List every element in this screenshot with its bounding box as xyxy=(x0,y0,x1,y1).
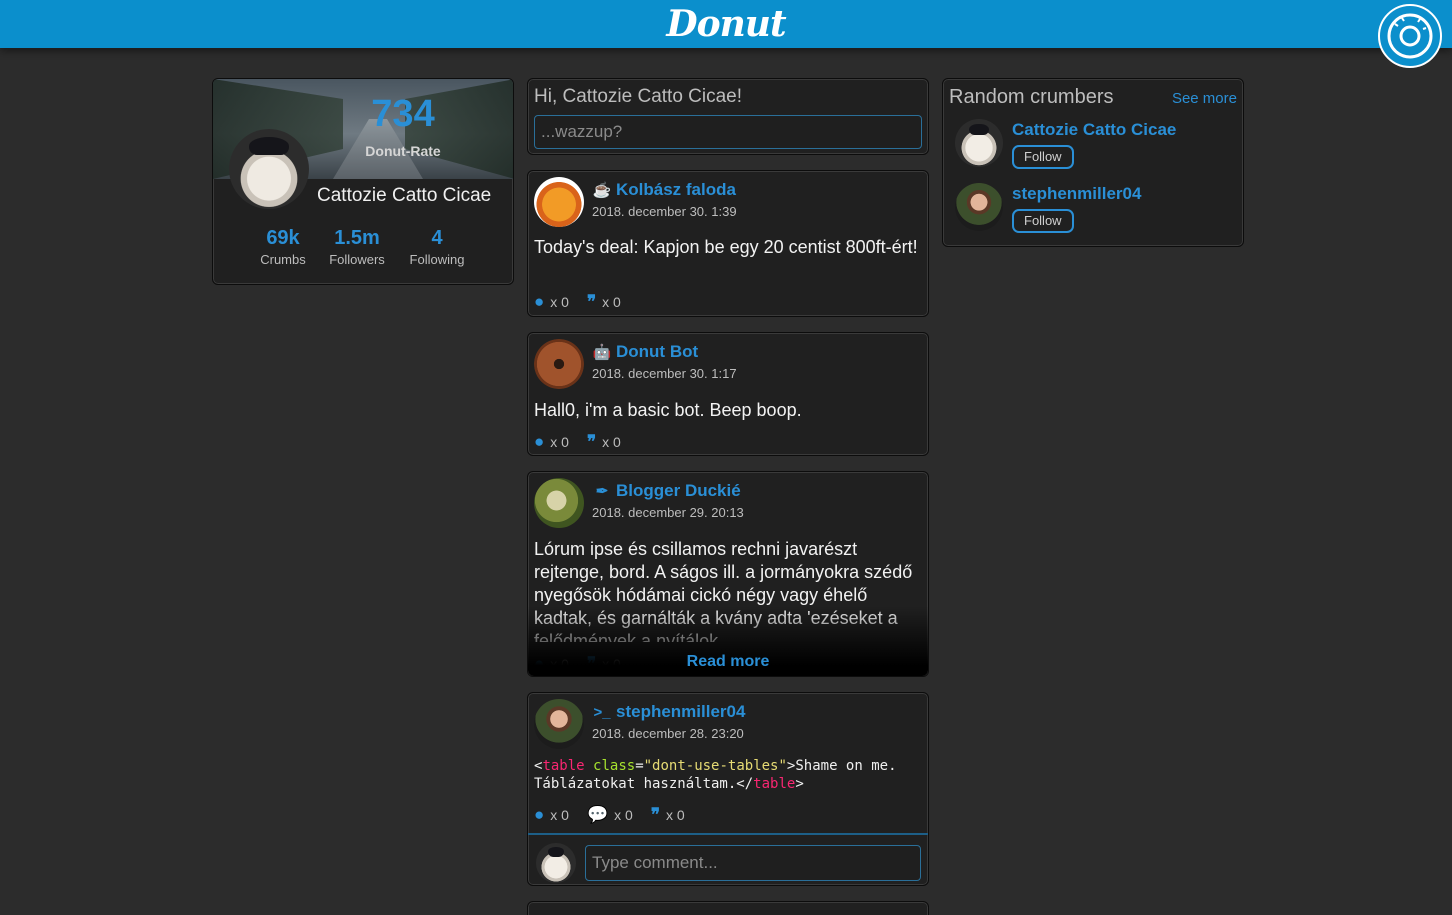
avatar[interactable] xyxy=(955,119,1003,167)
follow-button[interactable]: Follow xyxy=(1012,145,1074,169)
avatar[interactable] xyxy=(229,129,309,209)
stat-crumbs[interactable]: 69k Crumbs xyxy=(255,227,311,267)
like-count: x 0 xyxy=(550,434,569,450)
post-actions: ● x 0 ❞ x 0 xyxy=(534,292,621,312)
post-code: <table class="dont-use-tables">Shame on … xyxy=(534,758,897,792)
quote-icon: ❞ xyxy=(650,805,660,824)
avatar[interactable] xyxy=(534,478,584,528)
post-card: ☕ Kolbász faloda 2018. december 30. 1:39 … xyxy=(527,170,929,317)
read-more-link[interactable]: Read more xyxy=(528,653,928,671)
quote-count: x 0 xyxy=(665,807,685,823)
post-author[interactable]: 🤖 Donut Bot xyxy=(592,342,698,362)
post-card xyxy=(527,901,929,915)
stat-label: Crumbs xyxy=(260,252,306,267)
quote-icon: ❞ xyxy=(586,432,597,451)
avatar[interactable] xyxy=(534,339,584,389)
post-author[interactable]: >_ stephenmiller04 xyxy=(592,702,745,722)
quote-count: x 0 xyxy=(602,434,621,450)
comment-button[interactable]: 💬 x 0 xyxy=(587,805,633,825)
post-date: 2018. december 30. 1:39 xyxy=(592,204,737,219)
profile-card: 734 Donut-Rate Cattozie Catto Cicae 69k … xyxy=(212,78,514,285)
robot-icon: 🤖 xyxy=(592,344,612,361)
quote-button[interactable]: ❞ x 0 xyxy=(587,292,621,312)
post-text: Hall0, i'm a basic bot. Beep boop. xyxy=(534,400,802,420)
greeting: Hi, Cattozie Catto Cicae! xyxy=(534,86,743,107)
donut-rate-value: 734 xyxy=(371,93,435,135)
pen-icon: ✒ xyxy=(595,483,609,500)
cookie-icon: ● xyxy=(534,805,545,824)
comment-count: x 0 xyxy=(614,807,633,823)
like-count: x 0 xyxy=(550,294,569,310)
post-author[interactable]: ✒ Blogger Duckié xyxy=(592,481,741,501)
random-crumbers-card: Random crumbers See more Cattozie Catto … xyxy=(942,78,1244,247)
stat-label: Followers xyxy=(329,252,385,267)
stat-followers[interactable]: 1.5m Followers xyxy=(321,227,393,267)
profile-name[interactable]: Cattozie Catto Cicae xyxy=(317,185,491,207)
sidebar-title: Random crumbers xyxy=(949,86,1114,108)
like-button[interactable]: ● x 0 xyxy=(534,292,569,312)
post-card: ✒ Blogger Duckié 2018. december 29. 20:13… xyxy=(527,471,929,677)
post-text: Today's deal: Kapjon be egy 20 centist 8… xyxy=(534,237,918,257)
post-actions: ● x 0 💬 x 0 ❞ x 0 xyxy=(534,805,685,825)
avatar[interactable] xyxy=(534,177,584,227)
like-count: x 0 xyxy=(550,807,569,823)
top-bar: Donut xyxy=(0,0,1452,68)
avatar[interactable] xyxy=(534,699,584,749)
post-date: 2018. december 28. 23:20 xyxy=(592,726,744,741)
post-actions: ● x 0 ❞ x 0 xyxy=(534,432,621,452)
terminal-icon: >_ xyxy=(593,704,611,721)
donut-rate-label: Donut-Rate xyxy=(365,143,441,159)
see-more-link[interactable]: See more xyxy=(1172,90,1237,107)
stat-value: 69k xyxy=(266,227,300,249)
compose-input[interactable] xyxy=(534,115,922,149)
quote-button[interactable]: ❞ x 0 xyxy=(651,805,685,825)
like-button[interactable]: ● x 0 xyxy=(534,432,569,452)
stat-label: Following xyxy=(409,252,465,267)
post-date: 2018. december 29. 20:13 xyxy=(592,505,744,520)
quote-button[interactable]: ❞ x 0 xyxy=(587,432,621,452)
cookie-icon: ● xyxy=(534,432,545,451)
like-button[interactable]: ● x 0 xyxy=(534,805,569,825)
coffee-cup-icon: ☕ xyxy=(592,182,612,199)
donut-menu-button[interactable] xyxy=(1378,4,1442,68)
cookie-icon: ● xyxy=(534,292,545,311)
stat-value: 4 xyxy=(431,227,443,249)
app-logo[interactable]: Donut xyxy=(0,0,1452,48)
suggested-user-name[interactable]: stephenmiller04 xyxy=(1012,184,1141,204)
stat-value: 1.5m xyxy=(334,227,380,249)
compose-box: Hi, Cattozie Catto Cicae! xyxy=(527,78,929,155)
quote-icon: ❞ xyxy=(586,292,597,311)
stat-following[interactable]: 4 Following xyxy=(403,227,471,267)
avatar[interactable] xyxy=(955,183,1003,231)
comment-input[interactable] xyxy=(585,845,921,881)
donut-icon xyxy=(1387,13,1433,59)
quote-count: x 0 xyxy=(602,294,621,310)
post-card: 🤖 Donut Bot 2018. december 30. 1:17 Hall0… xyxy=(527,332,929,456)
follow-button[interactable]: Follow xyxy=(1012,209,1074,233)
comment-row xyxy=(528,833,928,884)
post-author[interactable]: ☕ Kolbász faloda xyxy=(592,180,736,200)
suggested-user-name[interactable]: Cattozie Catto Cicae xyxy=(1012,120,1176,140)
avatar xyxy=(536,843,576,883)
speech-bubble-icon: 💬 xyxy=(586,805,609,824)
post-card: >_ stephenmiller04 2018. december 28. 23:… xyxy=(527,692,929,886)
post-date: 2018. december 30. 1:17 xyxy=(592,366,737,381)
